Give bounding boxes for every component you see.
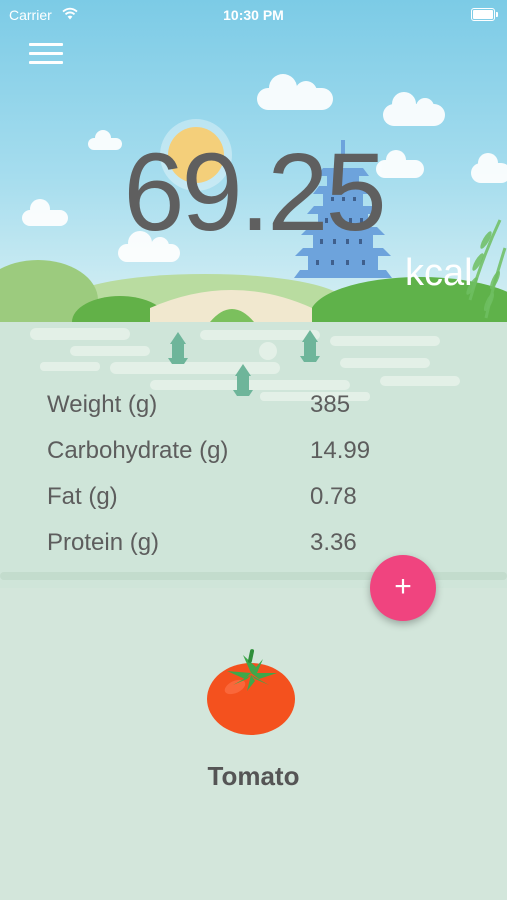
nutrient-value: 0.78 [310, 483, 357, 510]
nutrient-value: 385 [310, 391, 351, 418]
nutrient-label: Carbohydrate (g) [47, 437, 229, 464]
nutrient-row-weight: Weight (g) 385 [47, 391, 447, 437]
nutrient-table: Weight (g) 385 Carbohydrate (g) 14.99 Fa… [47, 391, 447, 575]
nutrient-value: 3.36 [310, 529, 357, 556]
app-screen: Carrier 10:30 PM 69.25 kcal Weight (g) 3… [0, 0, 507, 900]
add-food-button[interactable]: + [370, 555, 436, 621]
menu-icon [29, 43, 63, 46]
nutrient-label: Weight (g) [47, 391, 158, 418]
status-time: 10:30 PM [223, 7, 284, 23]
menu-button[interactable] [29, 40, 65, 66]
nutrient-value: 14.99 [310, 437, 371, 464]
food-name: Tomato [207, 761, 300, 791]
food-panel [0, 588, 507, 900]
nutrient-label: Fat (g) [47, 483, 118, 510]
tomato-icon[interactable] [203, 645, 299, 737]
battery-icon [471, 8, 498, 21]
kcal-unit-label: kcal [405, 252, 473, 294]
nutrient-row-carbohydrate: Carbohydrate (g) 14.99 [47, 437, 447, 483]
nutrient-row-fat: Fat (g) 0.78 [47, 483, 447, 529]
menu-icon-bar [29, 52, 63, 55]
nutrient-label: Protein (g) [47, 529, 160, 556]
menu-icon-bar [29, 61, 63, 64]
total-kcal-value: 69.25 [123, 131, 386, 254]
status-bar: Carrier 10:30 PM [0, 0, 507, 30]
